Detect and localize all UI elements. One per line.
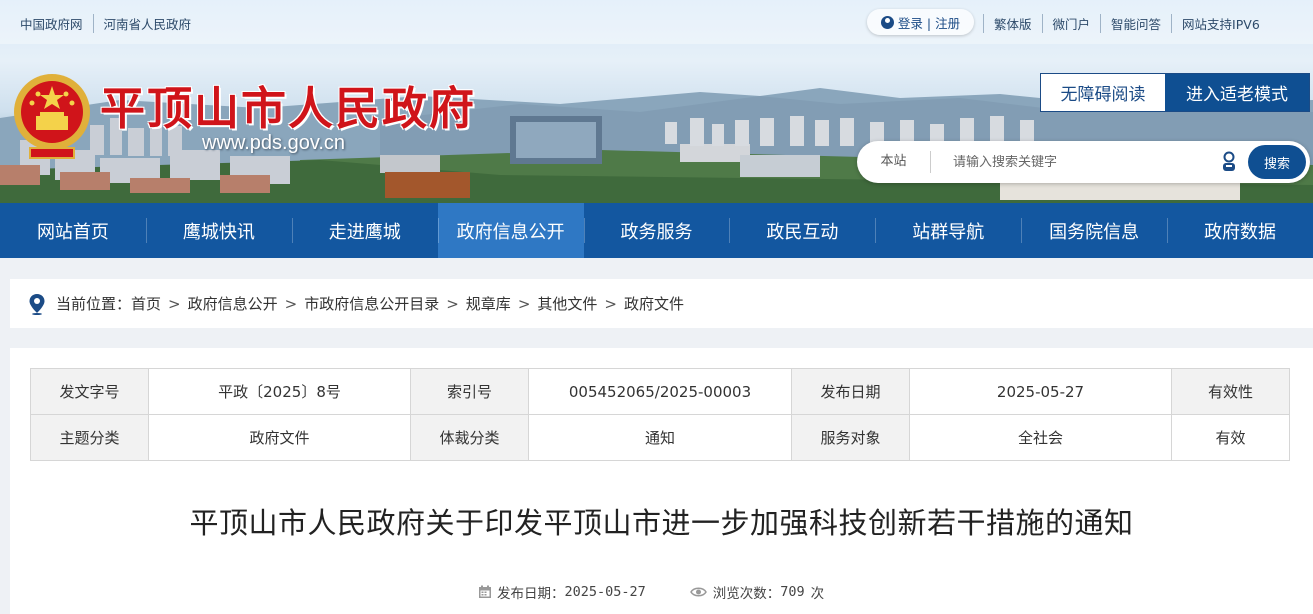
breadcrumb-separator: > [284, 294, 298, 313]
site-title: 平顶山市人民政府 [100, 82, 477, 135]
publish-date-label: 发布日期： [497, 586, 565, 602]
top-link-smart-qa[interactable]: 智能问答 [1100, 14, 1171, 33]
doc-number-label: 发文字号 [30, 368, 149, 415]
nav-item-interaction[interactable]: 政民互动 [729, 203, 875, 258]
national-emblem-icon [14, 74, 90, 159]
top-link-ipv6: 网站支持IPV6 [1171, 14, 1270, 33]
login-register-button[interactable]: 登录 | 注册 [867, 9, 974, 35]
topic-label: 主题分类 [30, 414, 149, 461]
nav-item-state-council[interactable]: 国务院信息 [1021, 203, 1167, 258]
audience-label: 服务对象 [791, 414, 910, 461]
breadcrumb-home[interactable]: 首页 [131, 293, 161, 314]
table-row: 主题分类 政府文件 体裁分类 通知 服务对象 全社会 有效 [30, 414, 1290, 461]
view-count-value: 709 [780, 584, 805, 600]
genre-label: 体裁分类 [410, 414, 529, 461]
top-link-traditional[interactable]: 繁体版 [983, 14, 1042, 33]
validity-value: 有效 [1171, 414, 1290, 461]
nav-item-gov-services[interactable]: 政务服务 [583, 203, 730, 258]
user-icon [880, 15, 894, 29]
doc-number-value: 平政〔2025〕8号 [148, 368, 411, 415]
elder-mode-button[interactable]: 进入适老模式 [1165, 74, 1309, 111]
search-input[interactable] [931, 154, 1218, 170]
audience-value: 全社会 [909, 414, 1172, 461]
nav-item-city-news[interactable]: 鹰城快讯 [145, 203, 292, 258]
login-register-label: 登录 | 注册 [897, 15, 961, 31]
article-title: 平顶山市人民政府关于印发平顶山市进一步加强科技创新若干措施的通知 [189, 506, 1134, 540]
publish-date-value: 2025-05-27 [909, 368, 1172, 415]
table-row: 发文字号 平政〔2025〕8号 索引号 005452065/2025-00003… [30, 368, 1290, 415]
document-meta-table: 发文字号 平政〔2025〕8号 索引号 005452065/2025-00003… [30, 368, 1290, 461]
breadcrumb: 当前位置： 首页 > 政府信息公开 > 市政府信息公开目录 > 规章库 > 其他… [10, 279, 1313, 328]
breadcrumb-other-docs[interactable]: 其他文件 [537, 293, 597, 314]
view-count-label: 浏览次数： [712, 586, 781, 602]
publish-date-value: 2025-05-27 [564, 584, 646, 600]
calendar-icon [479, 585, 491, 598]
nav-item-about-city[interactable]: 走进鹰城 [291, 203, 438, 258]
breadcrumb-regulations[interactable]: 规章库 [466, 293, 511, 314]
breadcrumb-catalog[interactable]: 市政府信息公开目录 [304, 293, 439, 314]
search-scope-select[interactable]: 本站 [857, 151, 931, 173]
breadcrumb-gov-info[interactable]: 政府信息公开 [188, 293, 278, 314]
breadcrumb-label: 当前位置： [56, 295, 132, 313]
top-links-right: 繁体版 微门户 智能问答 网站支持IPV6 [983, 14, 1270, 33]
location-pin-icon [29, 293, 45, 315]
view-count-unit: 次 [810, 586, 825, 602]
breadcrumb-gov-docs[interactable]: 政府文件 [624, 293, 684, 314]
eye-icon [689, 587, 707, 597]
accessibility-person-icon[interactable] [1218, 151, 1240, 173]
article-info: 发布日期： 2025-05-27 浏览次数： 709 次 [478, 582, 824, 602]
top-link-henan[interactable]: 河南省人民政府 [92, 14, 202, 33]
top-links-left: 中国政府网 河南省人民政府 [20, 14, 201, 33]
validity-label: 有效性 [1171, 368, 1290, 415]
index-label: 索引号 [410, 368, 529, 415]
reading-mode-switch: 无障碍阅读 进入适老模式 [1040, 73, 1310, 112]
header-banner: 中国政府网 河南省人民政府 登录 | 注册 繁体版 微门户 智能问答 网站支持I… [0, 0, 1313, 203]
search-bar: 本站 搜索 [857, 141, 1310, 183]
nav-item-home[interactable]: 网站首页 [0, 203, 146, 258]
search-button[interactable]: 搜索 [1248, 145, 1306, 179]
article-container: 发文字号 平政〔2025〕8号 索引号 005452065/2025-00003… [10, 348, 1313, 614]
breadcrumb-separator: > [604, 294, 617, 313]
top-link-gov-cn[interactable]: 中国政府网 [20, 14, 93, 33]
publish-date-label: 发布日期 [791, 368, 910, 415]
top-link-micro-portal[interactable]: 微门户 [1041, 14, 1101, 33]
nav-item-site-group[interactable]: 站群导航 [875, 203, 1021, 258]
genre-value: 通知 [528, 414, 792, 461]
breadcrumb-separator: > [168, 294, 181, 313]
accessible-reading-button[interactable]: 无障碍阅读 [1041, 74, 1165, 111]
breadcrumb-separator: > [517, 294, 531, 313]
site-domain: www.pds.gov.cn [202, 132, 346, 154]
nav-item-gov-info-disclosure[interactable]: 政府信息公开 [437, 203, 584, 258]
index-value: 005452065/2025-00003 [528, 368, 792, 415]
topic-value: 政府文件 [148, 414, 411, 461]
breadcrumb-separator: > [446, 294, 459, 313]
main-nav: 网站首页 鹰城快讯 走进鹰城 政府信息公开 政务服务 政民互动 站群导航 国务院… [0, 203, 1313, 258]
nav-item-gov-data[interactable]: 政府数据 [1167, 203, 1313, 258]
